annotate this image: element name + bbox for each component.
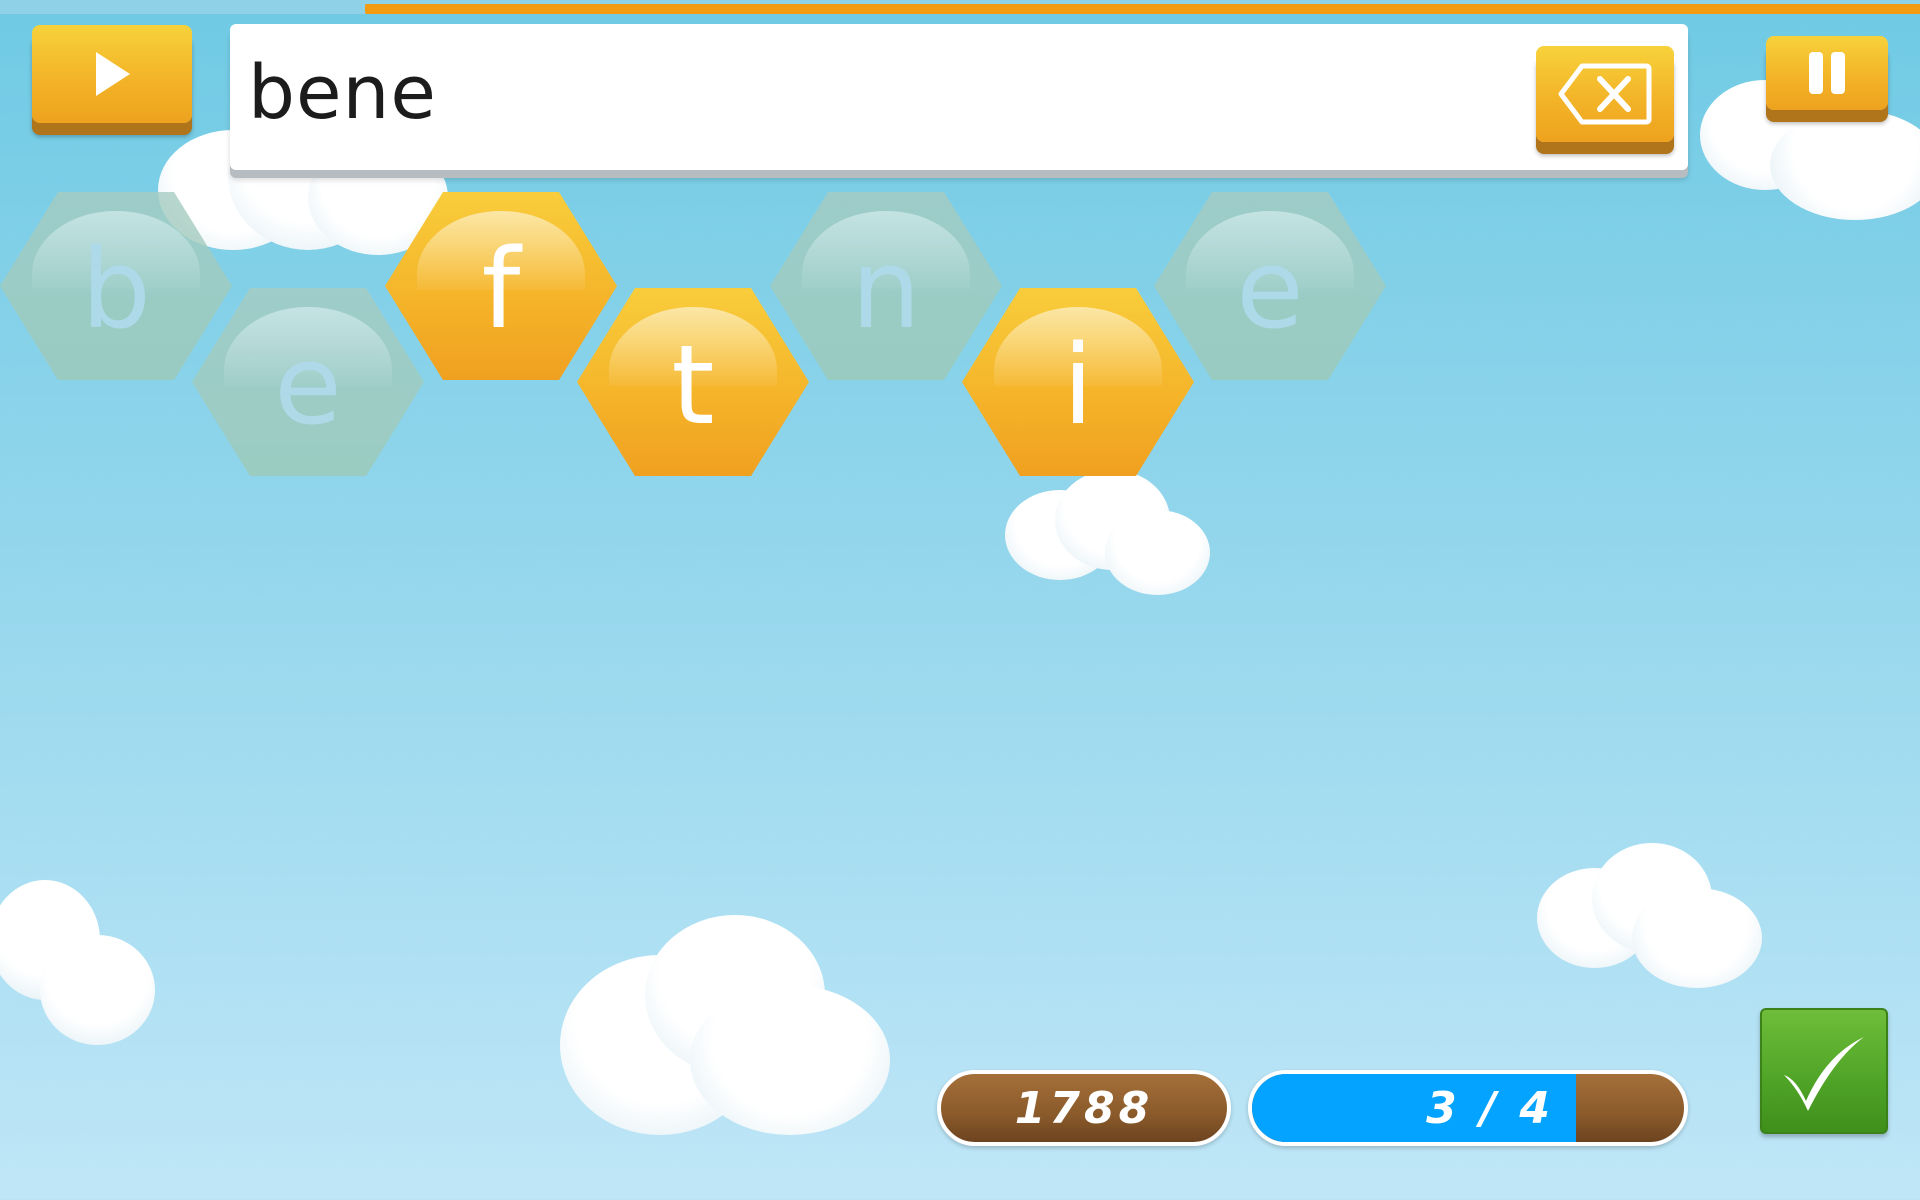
letter-tile: n bbox=[770, 192, 1002, 380]
letter-tile: e bbox=[192, 288, 424, 476]
score-value: 1788 bbox=[1014, 1082, 1154, 1134]
tile-letter: e bbox=[1236, 225, 1304, 353]
pause-icon bbox=[1809, 52, 1845, 94]
backspace-button[interactable] bbox=[1536, 46, 1674, 142]
tile-letter: b bbox=[81, 225, 151, 353]
cloud bbox=[560, 915, 890, 1135]
score-display: 1788 bbox=[937, 1070, 1231, 1146]
level-progress-label: 3 / 4 bbox=[1426, 1082, 1554, 1134]
word-display: bene bbox=[230, 24, 1688, 170]
current-word: bene bbox=[248, 50, 437, 136]
timer-bar bbox=[0, 0, 1920, 14]
cloud bbox=[1537, 843, 1762, 993]
tile-letter: i bbox=[1062, 321, 1094, 449]
level-progress: 3 / 4 bbox=[1248, 1070, 1688, 1146]
cloud bbox=[1005, 470, 1210, 600]
timer-bar-fill bbox=[364, 4, 1920, 14]
backspace-icon bbox=[1558, 63, 1652, 125]
letter-tile: e bbox=[1154, 192, 1386, 380]
tile-letter: n bbox=[851, 225, 921, 353]
checkmark-icon bbox=[1784, 1037, 1864, 1111]
letter-tile[interactable]: i bbox=[962, 288, 1194, 476]
tile-letter: t bbox=[671, 321, 715, 449]
cloud bbox=[0, 880, 155, 1050]
tile-letter: e bbox=[274, 321, 342, 449]
letter-tile[interactable]: t bbox=[577, 288, 809, 476]
submit-button[interactable] bbox=[1760, 1008, 1888, 1134]
play-button[interactable] bbox=[32, 25, 192, 123]
play-icon bbox=[96, 52, 130, 96]
pause-button[interactable] bbox=[1766, 36, 1888, 110]
tile-letter: f bbox=[481, 225, 521, 353]
